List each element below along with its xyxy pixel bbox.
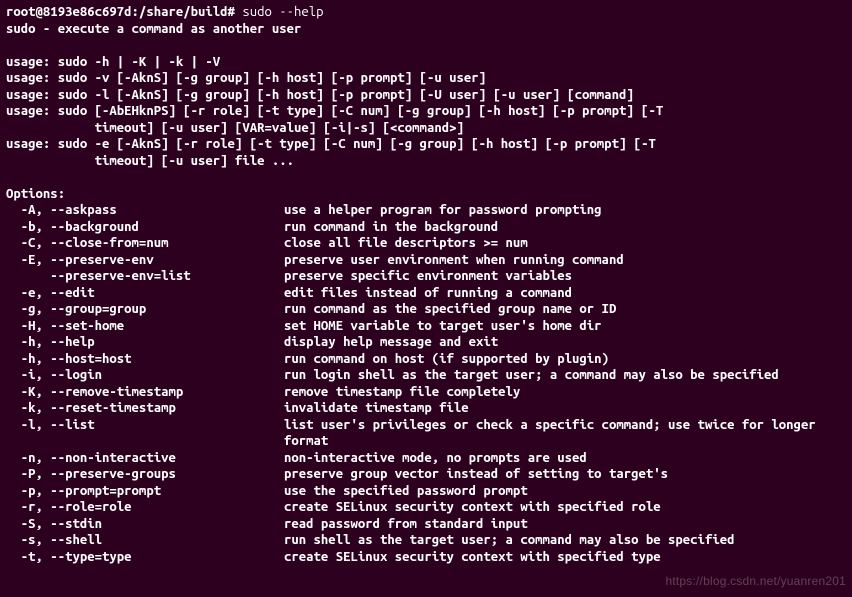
option-desc: run command in the background	[284, 219, 846, 236]
option-row: -t, --type=typecreate SELinux security c…	[6, 549, 846, 566]
option-flag: -e, --edit	[6, 285, 284, 302]
option-row: --preserve-env=listpreserve specific env…	[6, 268, 846, 285]
options-header: Options:	[6, 186, 846, 203]
option-row: -A, --askpassuse a helper program for pa…	[6, 202, 846, 219]
watermark-text: https://blog.csdn.net/yuanren201	[665, 574, 846, 589]
usage-line: usage: sudo -h | -K | -k | -V	[6, 54, 846, 71]
option-flag: -l, --list	[6, 417, 284, 450]
option-row: -k, --reset-timestampinvalidate timestam…	[6, 400, 846, 417]
usage-line: timeout] [-u user] file ...	[6, 153, 846, 170]
option-desc: create SELinux security context with spe…	[284, 499, 846, 516]
option-desc: edit files instead of running a command	[284, 285, 846, 302]
usage-line: usage: sudo -v [-AknS] [-g group] [-h ho…	[6, 70, 846, 87]
option-desc: non-interactive mode, no prompts are use…	[284, 450, 846, 467]
option-flag: -i, --login	[6, 367, 284, 384]
option-desc: create SELinux security context with spe…	[284, 549, 846, 566]
option-flag: -h, --host=host	[6, 351, 284, 368]
option-flag: -P, --preserve-groups	[6, 466, 284, 483]
option-flag: -S, --stdin	[6, 516, 284, 533]
usage-line: usage: sudo -l [-AknS] [-g group] [-h ho…	[6, 87, 846, 104]
option-flag: --preserve-env=list	[6, 268, 284, 285]
option-flag: -A, --askpass	[6, 202, 284, 219]
option-row: -p, --prompt=promptuse the specified pas…	[6, 483, 846, 500]
option-desc: use a helper program for password prompt…	[284, 202, 846, 219]
option-flag: -g, --group=group	[6, 301, 284, 318]
option-desc: run command on host (if supported by plu…	[284, 351, 846, 368]
blank-line	[6, 37, 846, 54]
usage-line: usage: sudo -e [-AknS] [-r role] [-t typ…	[6, 136, 846, 153]
option-desc: read password from standard input	[284, 516, 846, 533]
option-flag: -H, --set-home	[6, 318, 284, 335]
option-row: -C, --close-from=numclose all file descr…	[6, 235, 846, 252]
prompt-line: root@8193e86c697d:/share/build# sudo --h…	[6, 4, 846, 21]
usage-line: usage: sudo [-AbEHknPS] [-r role] [-t ty…	[6, 103, 846, 120]
option-flag: -r, --role=role	[6, 499, 284, 516]
option-desc: preserve specific environment variables	[284, 268, 846, 285]
option-row: -g, --group=grouprun command as the spec…	[6, 301, 846, 318]
option-row: -P, --preserve-groupspreserve group vect…	[6, 466, 846, 483]
option-desc: display help message and exit	[284, 334, 846, 351]
option-flag: -t, --type=type	[6, 549, 284, 566]
option-row: -H, --set-homeset HOME variable to targe…	[6, 318, 846, 335]
option-desc: remove timestamp file completely	[284, 384, 846, 401]
option-flag: -k, --reset-timestamp	[6, 400, 284, 417]
prompt-user-host: root@8193e86c697d	[6, 5, 132, 19]
option-desc: close all file descriptors >= num	[284, 235, 846, 252]
option-row: -s, --shellrun shell as the target user;…	[6, 532, 846, 549]
option-row: -r, --role=rolecreate SELinux security c…	[6, 499, 846, 516]
program-header: sudo - execute a command as another user	[6, 21, 846, 38]
option-row: -h, --host=hostrun command on host (if s…	[6, 351, 846, 368]
option-row: -n, --non-interactivenon-interactive mod…	[6, 450, 846, 467]
terminal-output[interactable]: root@8193e86c697d:/share/build# sudo --h…	[6, 4, 846, 565]
entered-command: sudo --help	[242, 5, 323, 19]
option-desc: invalidate timestamp file	[284, 400, 846, 417]
option-desc: preserve group vector instead of setting…	[284, 466, 846, 483]
prompt-path: :/share/build#	[132, 5, 235, 19]
option-flag: -E, --preserve-env	[6, 252, 284, 269]
option-flag: -h, --help	[6, 334, 284, 351]
usage-line: timeout] [-u user] [VAR=value] [-i|-s] […	[6, 120, 846, 137]
option-row: -E, --preserve-envpreserve user environm…	[6, 252, 846, 269]
option-flag: -s, --shell	[6, 532, 284, 549]
option-row: -e, --editedit files instead of running …	[6, 285, 846, 302]
option-row: -i, --loginrun login shell as the target…	[6, 367, 846, 384]
option-flag: -K, --remove-timestamp	[6, 384, 284, 401]
option-flag: -n, --non-interactive	[6, 450, 284, 467]
blank-line	[6, 169, 846, 186]
option-row: -b, --backgroundrun command in the backg…	[6, 219, 846, 236]
option-desc: run command as the specified group name …	[284, 301, 846, 318]
option-desc: run login shell as the target user; a co…	[284, 367, 846, 384]
option-flag: -b, --background	[6, 219, 284, 236]
option-row: -l, --listlist user's privileges or chec…	[6, 417, 846, 450]
option-desc: use the specified password prompt	[284, 483, 846, 500]
option-desc: run shell as the target user; a command …	[284, 532, 846, 549]
option-flag: -p, --prompt=prompt	[6, 483, 284, 500]
option-desc: list user's privileges or check a specif…	[284, 417, 846, 450]
option-desc: set HOME variable to target user's home …	[284, 318, 846, 335]
option-row: -S, --stdinread password from standard i…	[6, 516, 846, 533]
option-row: -K, --remove-timestampremove timestamp f…	[6, 384, 846, 401]
option-row: -h, --helpdisplay help message and exit	[6, 334, 846, 351]
option-flag: -C, --close-from=num	[6, 235, 284, 252]
option-desc: preserve user environment when running c…	[284, 252, 846, 269]
